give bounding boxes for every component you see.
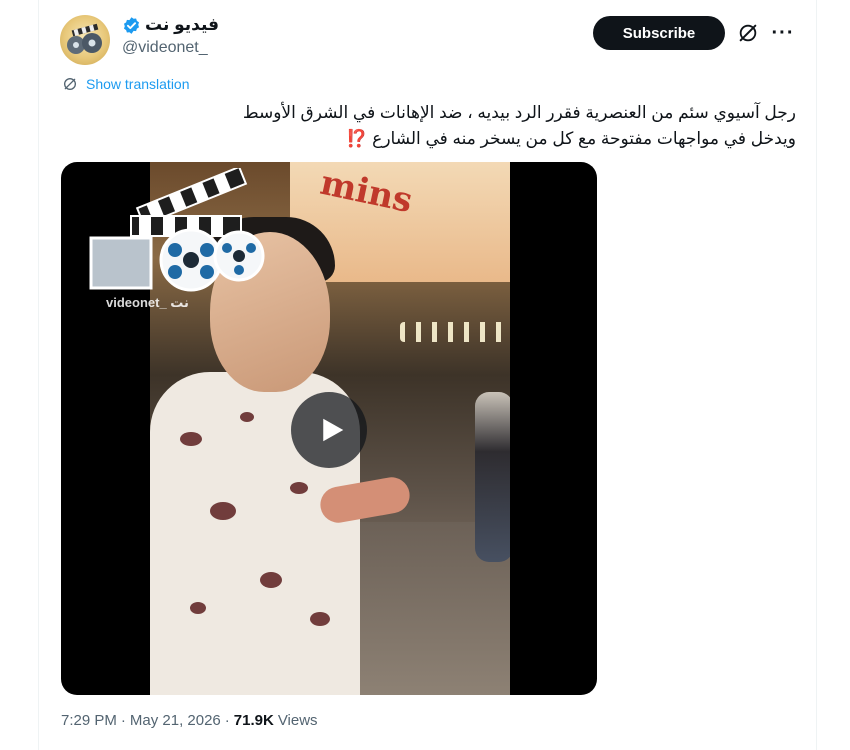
tweet-meta: 7:29 PM · May 21, 2026 · 71.9K Views: [61, 712, 318, 729]
subscribe-button[interactable]: Subscribe: [593, 16, 725, 50]
clapperboard-logo: [89, 168, 265, 292]
background-person: [475, 392, 510, 562]
timeline-border-left: [38, 0, 39, 750]
meta-separator-2: ·: [224, 712, 230, 729]
show-translation-label[interactable]: Show translation: [86, 76, 190, 92]
tweet-text: رجل آسيوي سئم من العنصرية فقرر الرد بيدي…: [76, 100, 796, 152]
avatar[interactable]: [60, 15, 110, 65]
show-translation-link[interactable]: Show translation: [62, 76, 190, 92]
tweet-text-line-2: ويدخل في مواجهات مفتوحة مع كل من يسخر من…: [76, 126, 796, 152]
verified-badge-icon: [123, 16, 140, 34]
meta-separator: ·: [120, 712, 126, 729]
views-label: Views: [277, 712, 318, 729]
views-count[interactable]: 71.9K: [234, 712, 274, 729]
play-icon: [323, 418, 344, 442]
play-button[interactable]: [291, 392, 367, 468]
tweet-date[interactable]: May 21, 2026: [130, 712, 221, 729]
interrobang-emoji: ⁉️: [346, 129, 368, 148]
video-player[interactable]: mins videonet_ نت: [61, 162, 597, 695]
timeline-border-right: [816, 0, 817, 750]
grok-icon[interactable]: [737, 22, 759, 44]
video-watermark: videonet_ نت: [106, 295, 189, 310]
tweet-time[interactable]: 7:29 PM: [61, 712, 117, 729]
author-name-row[interactable]: فيديو نت: [122, 15, 219, 35]
globe-icon: [64, 78, 76, 90]
more-dots-icon[interactable]: ···: [771, 22, 795, 44]
tweet-text-line-1: رجل آسيوي سئم من العنصرية فقرر الرد بيدي…: [242, 103, 796, 122]
string-lights: [400, 322, 510, 342]
author-handle[interactable]: @videonet_: [122, 39, 208, 57]
author-display-name[interactable]: فيديو نت: [145, 15, 219, 35]
tweet-text-line-2-text: ويدخل في مواجهات مفتوحة مع كل من يسخر من…: [372, 129, 796, 148]
